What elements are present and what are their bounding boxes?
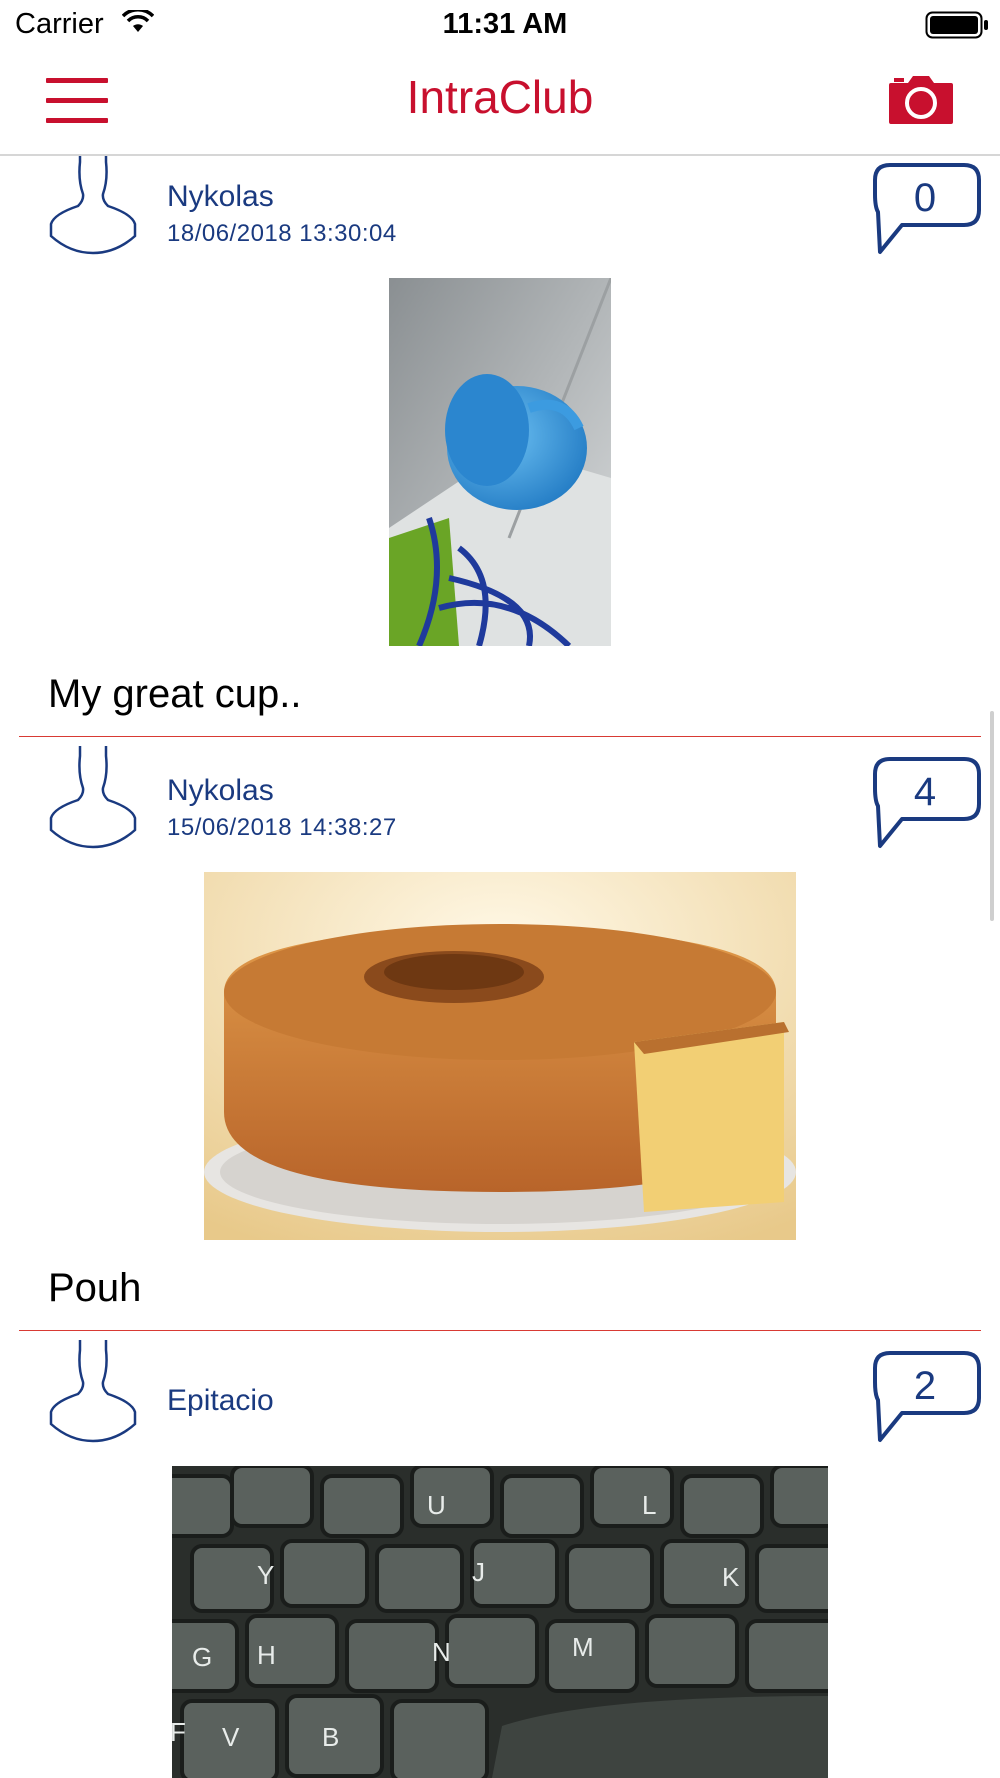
post-author[interactable]: Nykolas [167,774,274,808]
user-avatar-icon [48,746,138,855]
svg-text:K: K [722,1562,740,1592]
scroll-indicator[interactable] [990,711,994,921]
post-photo[interactable] [389,278,611,646]
svg-text:U: U [427,1490,446,1520]
status-time: 11:31 AM [442,8,568,40]
comment-count-button[interactable]: 2 [872,1350,982,1450]
battery-icon [925,11,989,44]
post-caption: My great cup.. [48,672,302,716]
post-photo[interactable]: U Y J H M G N B V F K L [172,1466,828,1778]
post-author[interactable]: Nykolas [167,180,274,214]
post-caption: Pouh [48,1266,142,1310]
svg-text:F: F [172,1717,186,1747]
svg-text:H: H [257,1640,276,1670]
post-divider [19,736,981,737]
status-bar: Carrier 11:31 AM [0,0,1000,50]
camera-icon[interactable] [888,75,954,130]
comment-count-button[interactable]: 0 [872,162,982,262]
user-avatar-icon [48,1340,138,1449]
post-photo[interactable] [204,872,796,1240]
svg-text:B: B [322,1722,339,1752]
svg-text:G: G [192,1642,212,1672]
app-title: IntraClub [406,71,594,123]
comment-count: 0 [913,176,937,220]
user-avatar-icon [48,156,138,261]
svg-text:M: M [572,1632,594,1662]
post-timestamp: 15/06/2018 14:38:27 [167,814,397,841]
post-feed[interactable]: Nykolas 18/06/2018 13:30:04 0 My great c… [0,156,1000,1778]
svg-text:J: J [472,1557,485,1587]
svg-text:V: V [222,1722,240,1752]
comment-count: 2 [913,1364,937,1408]
post-timestamp: 18/06/2018 13:30:04 [167,220,397,247]
post-author[interactable]: Epitacio [167,1384,274,1418]
svg-text:L: L [642,1490,656,1520]
svg-text:Y: Y [257,1560,274,1590]
comment-count-button[interactable]: 4 [872,756,982,856]
svg-text:N: N [432,1637,451,1667]
post-divider [19,1330,981,1331]
comment-count: 4 [913,770,937,814]
navigation-bar: IntraClub [0,50,1000,156]
